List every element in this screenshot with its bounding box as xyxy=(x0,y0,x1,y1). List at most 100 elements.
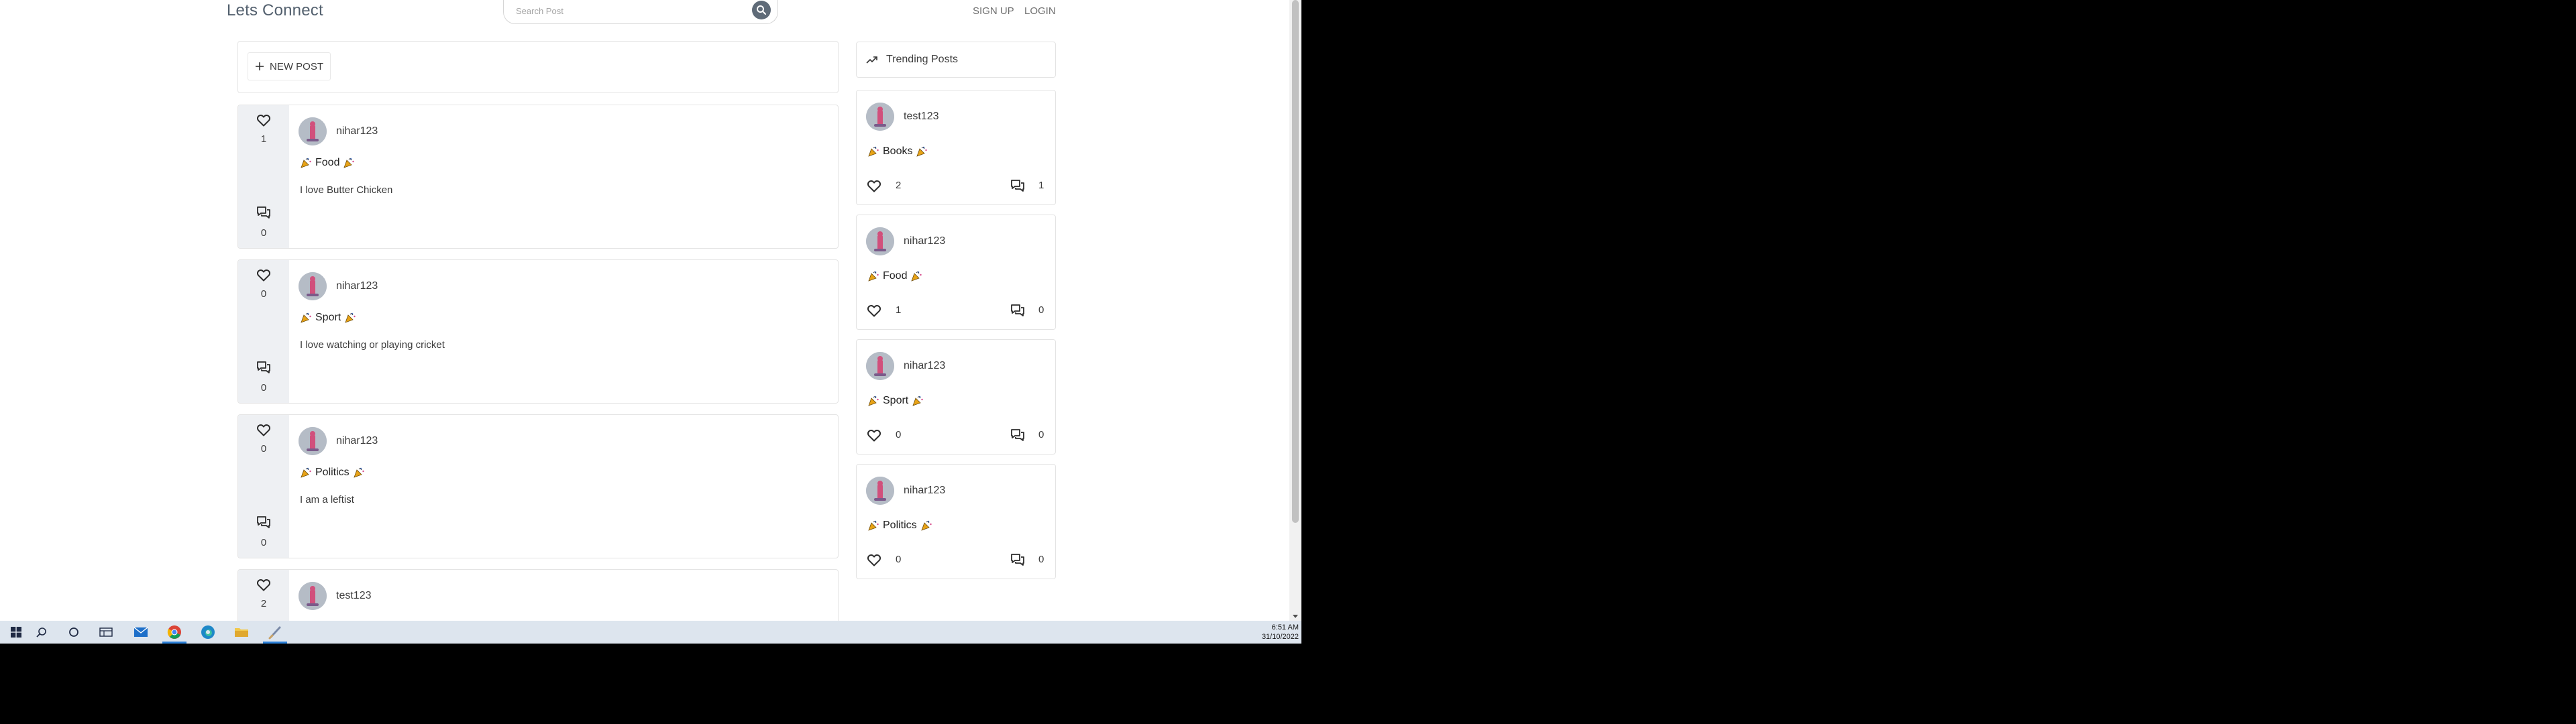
chrome-icon[interactable] xyxy=(158,621,191,644)
trending-post-card[interactable]: nihar123 Food 1 0 xyxy=(856,215,1056,330)
heart-icon xyxy=(256,579,271,591)
system-clock[interactable]: 6:51 AM 31/10/2022 xyxy=(1262,623,1299,642)
scroll-down-arrow-icon[interactable] xyxy=(1293,615,1298,618)
post-actions-sidebar: 10 xyxy=(238,105,289,248)
cortana-icon[interactable] xyxy=(58,621,90,644)
trending-up-icon xyxy=(866,56,877,64)
brand-logo-text[interactable]: Lets Connect xyxy=(227,1,323,20)
post-category: Sport xyxy=(867,395,924,407)
paint-brush-app-icon[interactable] xyxy=(259,621,291,644)
search-button[interactable] xyxy=(752,1,771,19)
post-category-label: Politics xyxy=(315,467,350,478)
trending-header: Trending Posts xyxy=(856,42,1056,78)
like-button[interactable] xyxy=(256,267,272,286)
like-count: 1 xyxy=(896,304,902,316)
edge-icon[interactable] xyxy=(192,621,224,644)
screen: Lets Connect SIGN UP LOGIN NEW PO xyxy=(0,0,1301,644)
post-username[interactable]: nihar123 xyxy=(336,435,378,447)
trending-username[interactable]: nihar123 xyxy=(904,235,945,247)
avatar[interactable] xyxy=(299,272,327,300)
like-button[interactable] xyxy=(256,422,272,441)
post-actions-sidebar: 00 xyxy=(238,260,289,403)
post-category-label: Food xyxy=(883,270,908,282)
trending-username[interactable]: test123 xyxy=(904,111,938,123)
new-post-label: NEW POST xyxy=(270,60,324,72)
new-post-card: NEW POST xyxy=(237,41,839,93)
trending-post-card[interactable]: nihar123 Sport 0 0 xyxy=(856,339,1056,455)
windows-taskbar: 6:51 AM 31/10/2022 xyxy=(0,621,1301,644)
post-username[interactable]: test123 xyxy=(336,590,371,602)
trending-post-card[interactable]: nihar123 Politics 0 0 xyxy=(856,464,1056,579)
comment-count: 0 xyxy=(260,537,267,548)
like-button[interactable] xyxy=(866,552,882,571)
comment-button[interactable] xyxy=(1010,427,1026,446)
new-post-button[interactable]: NEW POST xyxy=(248,52,331,80)
like-button[interactable] xyxy=(866,427,882,446)
avatar[interactable] xyxy=(299,117,327,145)
party-popper-icon xyxy=(354,467,364,478)
task-view-icon[interactable] xyxy=(90,621,122,644)
post-username[interactable]: nihar123 xyxy=(336,125,378,137)
trending-username[interactable]: nihar123 xyxy=(904,360,945,372)
heart-icon xyxy=(867,180,881,192)
heart-icon xyxy=(256,115,271,127)
comment-icon xyxy=(1011,554,1024,566)
avatar[interactable] xyxy=(866,103,894,131)
search-bar xyxy=(503,0,778,24)
like-button[interactable] xyxy=(256,577,272,596)
post-body-text: I love watching or playing cricket xyxy=(300,339,445,351)
post-category-label: Food xyxy=(315,157,340,168)
like-count: 2 xyxy=(260,598,267,609)
post-category-label: Politics xyxy=(883,520,917,531)
party-popper-icon xyxy=(868,396,879,406)
post-category: Books xyxy=(867,145,928,158)
post-category-label: Sport xyxy=(883,395,909,406)
comment-icon xyxy=(257,206,270,219)
like-button[interactable] xyxy=(866,302,882,322)
post-category-label: Books xyxy=(883,145,913,157)
comment-icon xyxy=(1011,429,1024,441)
trending-post-card[interactable]: test123 Books 2 1 xyxy=(856,90,1056,205)
mail-icon[interactable] xyxy=(125,621,157,644)
like-count: 0 xyxy=(260,443,267,455)
comment-icon xyxy=(1011,180,1024,192)
comment-button[interactable] xyxy=(256,514,272,534)
party-popper-icon xyxy=(916,146,928,157)
search-taskbar-icon[interactable] xyxy=(25,621,58,644)
scrollbar-thumb[interactable] xyxy=(1292,0,1299,523)
comment-icon xyxy=(257,361,270,373)
post-category: Food xyxy=(867,270,922,282)
comment-button[interactable] xyxy=(1010,302,1026,322)
post-card: 0 0 nihar123 Sport I love watching or playin… xyxy=(237,259,839,404)
file-explorer-icon[interactable] xyxy=(225,621,258,644)
login-link[interactable]: LOGIN xyxy=(1024,5,1056,17)
post-username[interactable]: nihar123 xyxy=(336,280,378,292)
page-scrollbar[interactable] xyxy=(1289,0,1301,621)
avatar[interactable] xyxy=(866,352,894,380)
like-button[interactable] xyxy=(866,178,882,197)
post-body-text: I love Butter Chicken xyxy=(300,184,393,196)
comment-count: 0 xyxy=(1038,554,1044,565)
avatar[interactable] xyxy=(299,427,327,455)
signup-link[interactable]: SIGN UP xyxy=(973,5,1014,17)
comment-count: 0 xyxy=(260,382,267,394)
like-button[interactable] xyxy=(256,112,272,131)
comment-button[interactable] xyxy=(256,359,272,379)
comment-button[interactable] xyxy=(1010,178,1026,197)
comment-button[interactable] xyxy=(1010,552,1026,571)
post-category: Sport xyxy=(300,312,356,324)
comment-button[interactable] xyxy=(256,204,272,224)
search-input[interactable] xyxy=(516,3,737,19)
post-category: Politics xyxy=(867,520,932,532)
party-popper-icon xyxy=(921,520,932,531)
like-count: 0 xyxy=(260,288,267,300)
app-header: Lets Connect SIGN UP LOGIN xyxy=(0,0,1289,24)
avatar[interactable] xyxy=(299,582,327,610)
trending-username[interactable]: nihar123 xyxy=(904,485,945,497)
post-actions-sidebar: 00 xyxy=(238,415,289,558)
avatar[interactable] xyxy=(866,477,894,505)
like-count: 2 xyxy=(896,180,902,191)
heart-icon xyxy=(867,305,881,317)
avatar[interactable] xyxy=(866,227,894,255)
post-card: 2test123Books xyxy=(237,569,839,621)
